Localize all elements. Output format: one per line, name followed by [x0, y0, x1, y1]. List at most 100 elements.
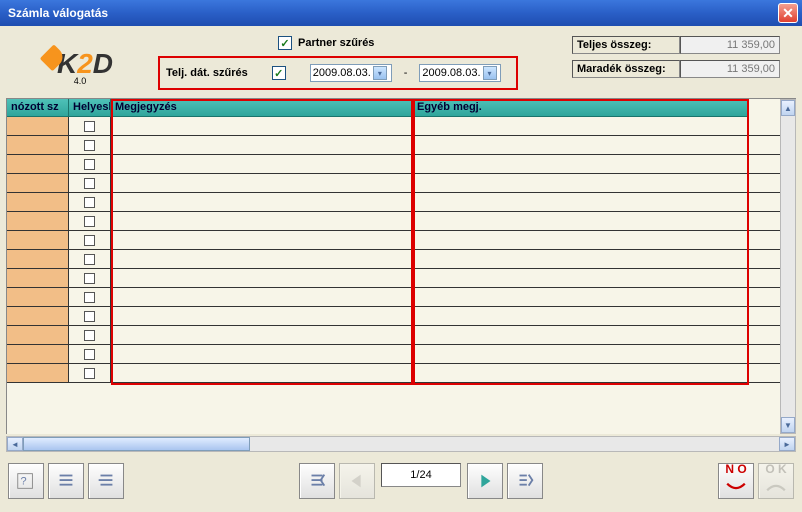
row-checkbox[interactable]	[84, 159, 95, 170]
row-checkbox[interactable]	[84, 311, 95, 322]
cell-helyes[interactable]	[69, 174, 111, 192]
ok-button[interactable]: O K	[758, 463, 794, 499]
cell-egyeb[interactable]	[413, 174, 749, 192]
row-checkbox[interactable]	[84, 349, 95, 360]
cell-megjegyzes[interactable]	[111, 345, 413, 363]
first-page-button[interactable]	[299, 463, 335, 499]
chevron-down-icon[interactable]: ▾	[373, 66, 387, 80]
cell-megjegyzes[interactable]	[111, 193, 413, 211]
row-checkbox[interactable]	[84, 254, 95, 265]
cell-helyes[interactable]	[69, 269, 111, 287]
scroll-down-icon[interactable]: ▼	[781, 417, 795, 433]
cell-megjegyzes[interactable]	[111, 117, 413, 135]
cell-megjegyzes[interactable]	[111, 364, 413, 382]
table-row[interactable]	[7, 307, 780, 326]
table-row[interactable]	[7, 326, 780, 345]
cell-helyes[interactable]	[69, 117, 111, 135]
cell-megjegyzes[interactable]	[111, 155, 413, 173]
vertical-scrollbar[interactable]: ▲ ▼	[780, 99, 796, 434]
table-row[interactable]	[7, 174, 780, 193]
column-header-egyeb[interactable]: Egyéb megj.	[413, 99, 749, 117]
cell-helyes[interactable]	[69, 364, 111, 382]
row-checkbox[interactable]	[84, 121, 95, 132]
cell-egyeb[interactable]	[413, 212, 749, 230]
cell-helyes[interactable]	[69, 212, 111, 230]
cell-nozott[interactable]	[7, 250, 69, 268]
cell-helyes[interactable]	[69, 155, 111, 173]
scroll-right-icon[interactable]: ►	[779, 437, 795, 451]
last-page-button[interactable]	[507, 463, 543, 499]
cell-helyes[interactable]	[69, 326, 111, 344]
table-row[interactable]	[7, 193, 780, 212]
chevron-down-icon[interactable]: ▾	[483, 66, 497, 80]
date-to-select[interactable]: 2009.08.03. ▾	[419, 64, 501, 82]
row-checkbox[interactable]	[84, 178, 95, 189]
column-header-nozott[interactable]: nózott sz	[7, 99, 69, 117]
cell-helyes[interactable]	[69, 345, 111, 363]
cell-egyeb[interactable]	[413, 269, 749, 287]
cell-egyeb[interactable]	[413, 136, 749, 154]
cell-nozott[interactable]	[7, 117, 69, 135]
list-button-1[interactable]	[48, 463, 84, 499]
cell-nozott[interactable]	[7, 326, 69, 344]
help-button[interactable]: ?	[8, 463, 44, 499]
cell-nozott[interactable]	[7, 155, 69, 173]
table-row[interactable]	[7, 345, 780, 364]
column-header-helyes[interactable]: Helyesl	[69, 99, 111, 117]
cell-megjegyzes[interactable]	[111, 174, 413, 192]
table-row[interactable]	[7, 212, 780, 231]
cell-megjegyzes[interactable]	[111, 231, 413, 249]
table-row[interactable]	[7, 364, 780, 383]
column-header-megjegyzes[interactable]: Megjegyzés	[111, 99, 413, 117]
cell-egyeb[interactable]	[413, 345, 749, 363]
close-button[interactable]: ✕	[778, 3, 798, 23]
cell-helyes[interactable]	[69, 250, 111, 268]
row-checkbox[interactable]	[84, 330, 95, 341]
cell-egyeb[interactable]	[413, 288, 749, 306]
cell-nozott[interactable]	[7, 364, 69, 382]
row-checkbox[interactable]	[84, 273, 95, 284]
row-checkbox[interactable]	[84, 235, 95, 246]
row-checkbox[interactable]	[84, 216, 95, 227]
table-row[interactable]	[7, 155, 780, 174]
cell-helyes[interactable]	[69, 288, 111, 306]
date-filter-checkbox[interactable]	[272, 66, 286, 80]
scroll-left-icon[interactable]: ◄	[7, 437, 23, 451]
cell-megjegyzes[interactable]	[111, 269, 413, 287]
prev-page-button[interactable]	[339, 463, 375, 499]
row-checkbox[interactable]	[84, 197, 95, 208]
cell-megjegyzes[interactable]	[111, 288, 413, 306]
row-checkbox[interactable]	[84, 292, 95, 303]
table-row[interactable]	[7, 231, 780, 250]
list-button-2[interactable]	[88, 463, 124, 499]
table-row[interactable]	[7, 250, 780, 269]
cell-egyeb[interactable]	[413, 193, 749, 211]
next-page-button[interactable]	[467, 463, 503, 499]
cell-egyeb[interactable]	[413, 231, 749, 249]
table-row[interactable]	[7, 117, 780, 136]
cancel-button[interactable]: N O	[718, 463, 754, 499]
cell-egyeb[interactable]	[413, 326, 749, 344]
cell-megjegyzes[interactable]	[111, 212, 413, 230]
date-from-select[interactable]: 2009.08.03. ▾	[310, 64, 392, 82]
cell-megjegyzes[interactable]	[111, 307, 413, 325]
cell-nozott[interactable]	[7, 307, 69, 325]
cell-helyes[interactable]	[69, 193, 111, 211]
row-checkbox[interactable]	[84, 368, 95, 379]
cell-egyeb[interactable]	[413, 117, 749, 135]
cell-helyes[interactable]	[69, 136, 111, 154]
table-row[interactable]	[7, 288, 780, 307]
cell-megjegyzes[interactable]	[111, 326, 413, 344]
table-row[interactable]	[7, 136, 780, 155]
cell-megjegyzes[interactable]	[111, 250, 413, 268]
cell-egyeb[interactable]	[413, 155, 749, 173]
table-row[interactable]	[7, 269, 780, 288]
partner-filter-checkbox[interactable]	[278, 36, 292, 50]
horizontal-scrollbar[interactable]: ◄ ►	[6, 436, 796, 452]
cell-helyes[interactable]	[69, 231, 111, 249]
cell-nozott[interactable]	[7, 136, 69, 154]
cell-megjegyzes[interactable]	[111, 136, 413, 154]
cell-egyeb[interactable]	[413, 307, 749, 325]
cell-nozott[interactable]	[7, 193, 69, 211]
cell-helyes[interactable]	[69, 307, 111, 325]
